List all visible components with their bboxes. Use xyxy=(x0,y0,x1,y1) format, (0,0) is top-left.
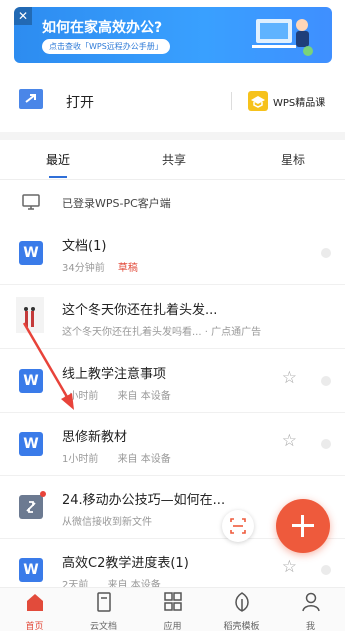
open-file-row[interactable]: 打开 WPS精品课 xyxy=(0,76,345,126)
tab-starred[interactable]: 星标 xyxy=(281,151,305,168)
leaf-icon xyxy=(234,592,249,612)
document-icon xyxy=(96,592,111,612)
nav-home[interactable]: 首页 xyxy=(0,592,69,631)
wps-home-screen: ✕ 如何在家高效办公? 点击查收「WPS远程办公手册」 打开 WPS精品课 最近… xyxy=(0,0,345,631)
star-icon[interactable]: ☆ xyxy=(282,431,297,451)
scan-button[interactable] xyxy=(222,510,254,542)
file-source: 来自 本设备 xyxy=(117,454,171,465)
tab-shared[interactable]: 共享 xyxy=(162,151,186,168)
monitor-icon xyxy=(22,194,40,210)
nav-apps[interactable]: 应用 xyxy=(138,592,207,631)
file-tabs: 最近 共享 星标 xyxy=(0,140,345,180)
bottom-nav: 首页 云文档 应用 稻壳模板 我 xyxy=(0,587,345,631)
list-item[interactable]: W 文档(1) 34分钟前 草稿 xyxy=(0,223,345,285)
file-name: 思修新教材 xyxy=(62,430,128,445)
ad-meta: 这个冬天你还在扎着头发吗看... · 广点通广告 xyxy=(62,323,261,338)
unread-dot xyxy=(40,491,46,497)
office-illustration-icon xyxy=(252,19,313,56)
link-file-icon xyxy=(19,495,43,519)
nav-cloud[interactable]: 云文档 xyxy=(69,592,138,631)
folder-open-icon xyxy=(19,89,43,109)
file-time: 1小时前 xyxy=(62,454,99,465)
tab-active-indicator xyxy=(49,176,67,178)
file-name: 文档(1) xyxy=(62,239,107,254)
banner-title: 如何在家高效办公? xyxy=(42,20,163,36)
draft-tag: 草稿 xyxy=(117,263,138,274)
ad-title: 这个冬天你还在扎着头发... xyxy=(62,303,218,318)
file-subtitle: 从微信接收到新文件 xyxy=(62,517,152,528)
word-doc-icon: W xyxy=(19,432,43,456)
grid-icon xyxy=(163,592,182,611)
ad-item[interactable]: 这个冬天你还在扎着头发... 这个冬天你还在扎着头发吗看... · 广点通广告 xyxy=(0,287,345,349)
nav-me-label: 我 xyxy=(305,622,315,631)
add-button[interactable] xyxy=(276,499,330,553)
file-meta: 1小时前 来自 本设备 xyxy=(62,450,171,465)
tab-recent[interactable]: 最近 xyxy=(46,151,70,168)
nav-cloud-label: 云文档 xyxy=(89,622,117,631)
file-source: 来自 本设备 xyxy=(117,391,171,402)
word-doc-icon: W xyxy=(19,558,43,582)
list-item[interactable]: W 线上教学注意事项 1小时前 来自 本设备 ☆ xyxy=(0,351,345,413)
pc-login-status[interactable]: 已登录WPS-PC客户端 xyxy=(0,185,345,223)
graduation-cap-icon[interactable] xyxy=(248,91,268,111)
more-options-icon[interactable] xyxy=(321,565,331,575)
ad-thumbnail-icon xyxy=(16,297,44,333)
word-doc-icon: W xyxy=(19,369,43,393)
more-options-icon[interactable] xyxy=(321,376,331,386)
user-icon xyxy=(301,592,320,612)
more-options-icon[interactable] xyxy=(321,439,331,449)
star-icon[interactable]: ☆ xyxy=(282,557,297,577)
list-item[interactable]: W 思修新教材 1小时前 来自 本设备 ☆ xyxy=(0,414,345,476)
nav-home-label: 首页 xyxy=(25,622,44,631)
close-icon[interactable]: ✕ xyxy=(14,7,32,25)
file-name: 线上教学注意事项 xyxy=(62,367,167,382)
file-time: 1小时前 xyxy=(62,391,99,402)
file-meta: 从微信接收到新文件 xyxy=(62,513,152,528)
nav-templates[interactable]: 稻壳模板 xyxy=(207,592,276,631)
word-doc-icon: W xyxy=(19,241,43,265)
file-meta: 34分钟前 草稿 xyxy=(62,259,138,274)
divider xyxy=(231,92,232,110)
pc-login-text: 已登录WPS-PC客户端 xyxy=(62,197,171,210)
file-name: 24.移动办公技巧—如何在... xyxy=(62,493,226,508)
section-gap xyxy=(0,132,345,140)
banner-subtitle[interactable]: 点击查收「WPS远程办公手册」 xyxy=(42,39,170,54)
star-icon[interactable]: ☆ xyxy=(282,368,297,388)
ad-subtitle: 这个冬天你还在扎着头发吗看... xyxy=(62,327,202,338)
home-icon xyxy=(26,594,43,611)
file-time: 34分钟前 xyxy=(62,263,105,274)
file-name: 高效C2教学进度表(1) xyxy=(62,556,189,571)
file-meta: 1小时前 来自 本设备 xyxy=(62,387,171,402)
more-options-icon[interactable] xyxy=(321,248,331,258)
open-label: 打开 xyxy=(66,95,94,111)
premium-course-link[interactable]: WPS精品课 xyxy=(273,94,325,109)
scan-icon xyxy=(230,518,246,534)
nav-me[interactable]: 我 xyxy=(276,592,345,631)
nav-templates-label: 稻壳模板 xyxy=(223,622,260,631)
nav-apps-label: 应用 xyxy=(163,622,182,631)
promo-banner[interactable]: ✕ 如何在家高效办公? 点击查收「WPS远程办公手册」 xyxy=(14,7,332,63)
ad-source: · 广点通广告 xyxy=(204,327,262,338)
